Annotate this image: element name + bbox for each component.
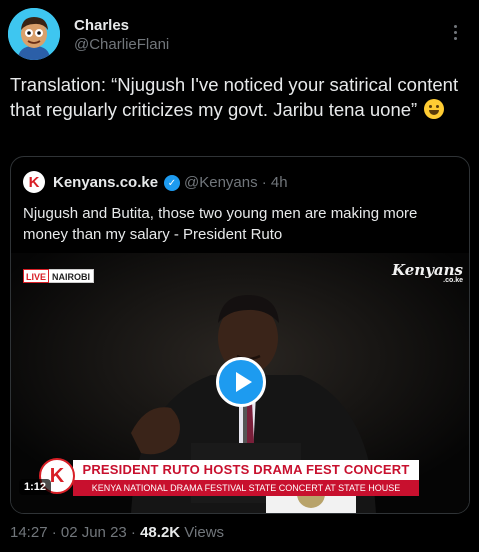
video-player[interactable]: LIVE NAIROBI Kenyans .co.ke PRESIDENT RU…: [11, 253, 469, 513]
post-text-content: Translation: “Njugush I've noticed your …: [10, 74, 459, 120]
more-options-icon[interactable]: [445, 20, 465, 44]
author-name[interactable]: Charles: [74, 17, 129, 34]
post-meta: 14:27 · 02 Jun 23 · 48.2K Views: [10, 524, 224, 541]
cartoon-avatar-image: [8, 8, 60, 60]
grinning-sweat-emoji-icon: [424, 99, 445, 119]
live-location-badge: LIVE NAIROBI: [23, 269, 95, 283]
lower-third-headline: PRESIDENT RUTO HOSTS DRAMA FEST CONCERT: [73, 460, 419, 480]
views-count: 48.2K: [140, 524, 181, 541]
quoted-author-name[interactable]: Kenyans.co.ke: [53, 174, 158, 191]
play-icon[interactable]: [216, 357, 266, 407]
post-header: Charles @CharlieFlani: [8, 8, 471, 64]
video-duration: 1:12: [19, 479, 52, 495]
lower-third-subheadline: KENYA NATIONAL DRAMA FESTIVAL STATE CONC…: [73, 480, 419, 496]
kenyans-watermark: Kenyans .co.ke: [392, 261, 463, 285]
author-handle[interactable]: @CharlieFlani: [74, 36, 169, 53]
live-label: LIVE: [23, 269, 50, 283]
quoted-post-text: Njugush and Butita, those two young men …: [23, 205, 418, 243]
post-text: Translation: “Njugush I've noticed your …: [10, 72, 472, 122]
location-label: NAIROBI: [49, 269, 95, 283]
kenyans-logo-icon[interactable]: K: [23, 171, 45, 193]
avatar[interactable]: [8, 8, 60, 60]
verified-badge-icon: ✓: [164, 175, 180, 191]
quoted-post-card[interactable]: K Kenyans.co.ke ✓ @Kenyans · 4h Njugush …: [10, 156, 470, 514]
news-lower-third: PRESIDENT RUTO HOSTS DRAMA FEST CONCERT …: [39, 458, 419, 498]
post-timestamp[interactable]: 14:27 · 02 Jun 23 ·: [10, 524, 140, 541]
quoted-handle-time[interactable]: @Kenyans · 4h: [184, 174, 288, 191]
views-label: Views: [180, 524, 225, 541]
